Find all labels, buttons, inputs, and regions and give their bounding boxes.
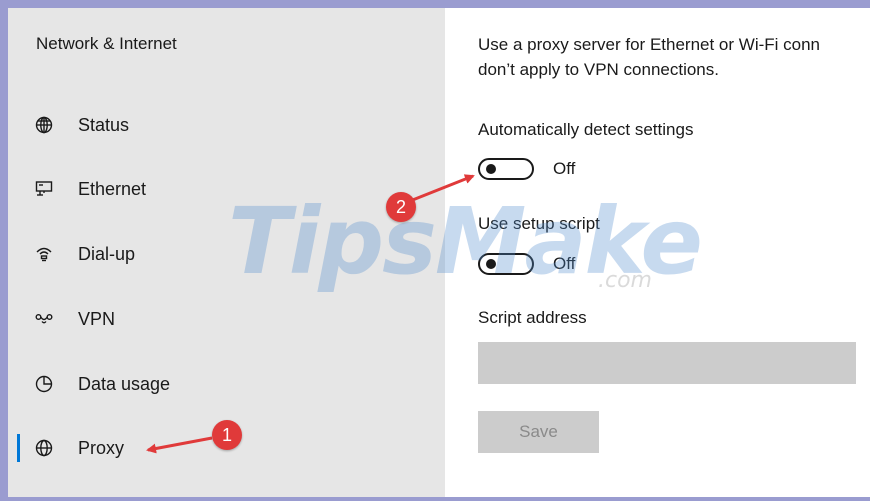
toggle-knob [486, 259, 496, 269]
save-button[interactable]: Save [478, 411, 599, 453]
dial-up-icon [33, 243, 55, 265]
sidebar-title: Network & Internet [36, 34, 177, 53]
setup-script-label: Use setup script [478, 214, 600, 233]
proxy-description: Use a proxy server for Ethernet or Wi-Fi… [478, 32, 870, 82]
sidebar-item-label: Dial-up [78, 243, 136, 264]
ethernet-icon [33, 178, 55, 200]
sidebar-item-label: Ethernet [78, 178, 147, 199]
description-line-1: Use a proxy server for Ethernet or Wi-Fi… [478, 35, 821, 54]
annotation-badge-2: 2 [386, 192, 416, 222]
data-usage-icon [33, 373, 55, 395]
settings-window: Network & Internet Status Ethernet Dial-… [8, 8, 870, 497]
auto-detect-toggle[interactable] [478, 158, 534, 180]
sidebar-item-label: Proxy [78, 437, 125, 458]
description-line-2: don’t apply to VPN connections. [478, 60, 719, 79]
vpn-icon [33, 308, 55, 330]
proxy-globe-icon [33, 437, 55, 459]
script-address-input[interactable] [478, 342, 856, 384]
sidebar-item-label: Data usage [78, 373, 171, 394]
sidebar-item-vpn[interactable]: VPN [8, 296, 445, 342]
annotation-badge-1: 1 [212, 420, 242, 450]
sidebar-item-status[interactable]: Status [8, 102, 445, 148]
sidebar-item-label: VPN [78, 308, 116, 329]
toggle-knob [486, 164, 496, 174]
status-globe-icon [33, 114, 55, 136]
auto-detect-label: Automatically detect settings [478, 120, 694, 139]
setup-script-toggle[interactable] [478, 253, 534, 275]
proxy-settings-panel: Use a proxy server for Ethernet or Wi-Fi… [445, 8, 870, 497]
setup-script-state: Off [553, 254, 576, 273]
auto-detect-state: Off [553, 159, 576, 178]
sidebar-item-dial-up[interactable]: Dial-up [8, 231, 445, 277]
script-address-label: Script address [478, 308, 587, 327]
sidebar-item-ethernet[interactable]: Ethernet [8, 166, 445, 212]
sidebar-item-data-usage[interactable]: Data usage [8, 361, 445, 407]
sidebar-item-label: Status [78, 114, 130, 135]
